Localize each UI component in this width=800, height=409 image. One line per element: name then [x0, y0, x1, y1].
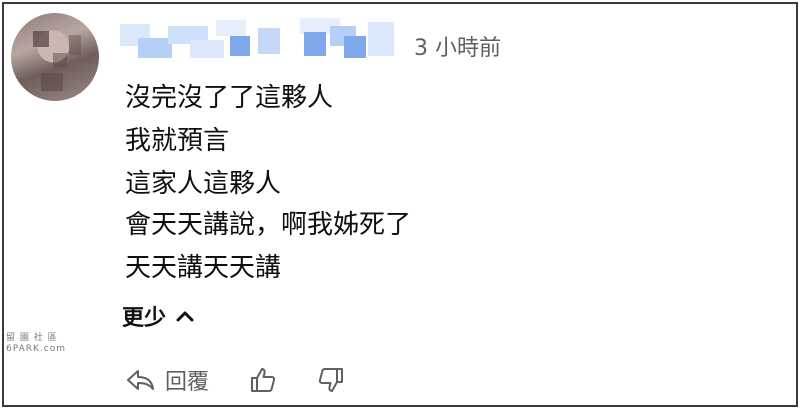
- dislike-button[interactable]: [317, 366, 345, 394]
- comment-text-line: 這家人這夥人: [125, 169, 282, 199]
- avatar[interactable]: [11, 13, 99, 101]
- thumbs-down-icon: [317, 366, 345, 394]
- comment-timestamp[interactable]: 3 小時前: [414, 30, 501, 62]
- comment-text-line: 天天講天天講: [125, 253, 282, 283]
- watermark: 留 園 社 區 6PARK.com: [6, 333, 66, 355]
- watermark-line: 留 園 社 區: [6, 333, 58, 343]
- reply-arrow-icon: [125, 367, 155, 393]
- comment-actions: 回覆: [125, 364, 345, 396]
- reply-label: 回覆: [165, 370, 210, 395]
- thumbs-up-icon: [249, 366, 277, 394]
- like-button[interactable]: [249, 366, 277, 394]
- show-less-label: 更少: [122, 306, 167, 331]
- comment-text-line: 會天天講說，啊我姊死了: [125, 210, 412, 240]
- reply-button[interactable]: 回覆: [125, 364, 249, 396]
- comment-card: [2, 2, 798, 407]
- show-less-button[interactable]: 更少: [122, 300, 194, 332]
- watermark-line: 6PARK.com: [6, 344, 66, 354]
- chevron-up-icon: [176, 309, 194, 323]
- comment-text-line: 我就預言: [125, 126, 230, 156]
- author-name-blurred[interactable]: [120, 14, 400, 62]
- comment-text-line: 沒完沒了了這夥人: [125, 83, 334, 113]
